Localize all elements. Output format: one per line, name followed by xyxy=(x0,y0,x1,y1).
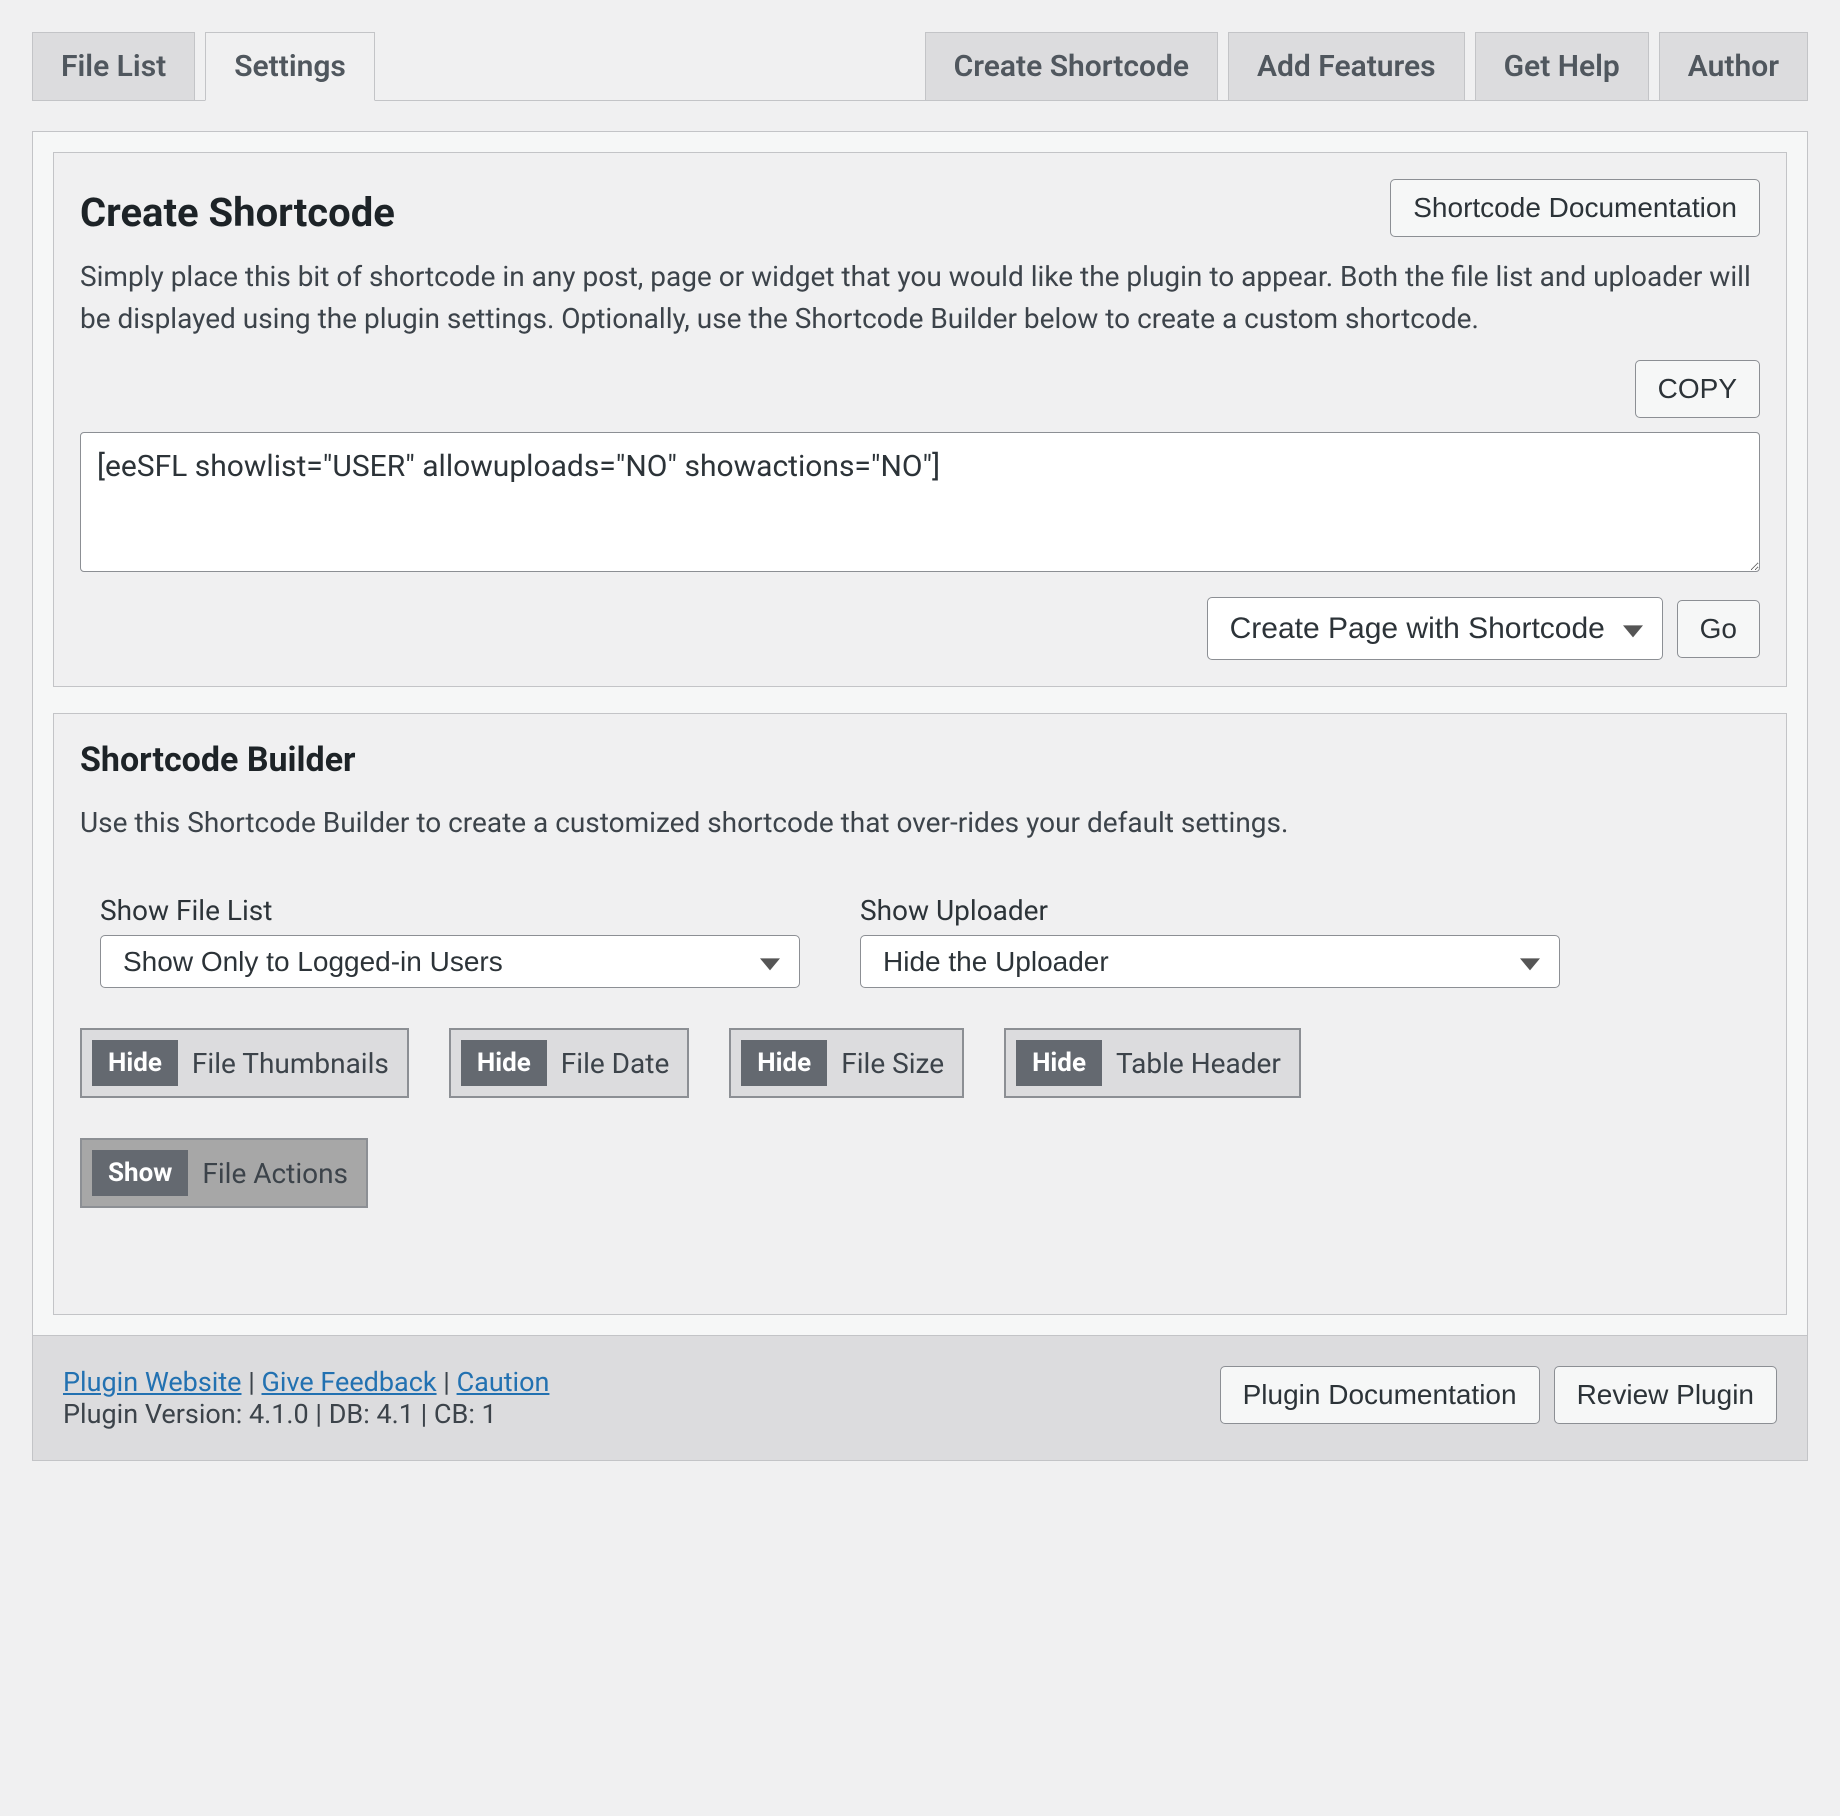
create-shortcode-panel: Create Shortcode Shortcode Documentation… xyxy=(53,152,1787,687)
footer: Plugin Website | Give Feedback | Caution… xyxy=(32,1336,1808,1461)
builder-heading: Shortcode Builder xyxy=(80,740,1760,780)
shortcode-documentation-button[interactable]: Shortcode Documentation xyxy=(1390,179,1760,237)
tab-file-list[interactable]: File List xyxy=(32,32,195,100)
toggle-file-date-label: File Date xyxy=(561,1047,670,1080)
builder-description: Use this Shortcode Builder to create a c… xyxy=(80,802,1760,844)
toggle-file-thumbnails-pill: Hide xyxy=(92,1040,178,1086)
create-page-select[interactable]: Create Page with Shortcode xyxy=(1207,597,1663,660)
toggle-file-size-label: File Size xyxy=(841,1047,944,1080)
toggle-file-size-pill: Hide xyxy=(741,1040,827,1086)
version-line: Plugin Version: 4.1.0 | DB: 4.1 | CB: 1 xyxy=(63,1398,549,1430)
go-button[interactable]: Go xyxy=(1677,600,1760,658)
toggle-file-thumbnails[interactable]: Hide File Thumbnails xyxy=(80,1028,409,1098)
toggle-file-thumbnails-label: File Thumbnails xyxy=(192,1047,389,1080)
toggle-table-header-label: Table Header xyxy=(1116,1047,1281,1080)
toggle-file-actions-label: File Actions xyxy=(202,1157,348,1190)
tab-author[interactable]: Author xyxy=(1659,32,1808,100)
toggle-table-header-pill: Hide xyxy=(1016,1040,1102,1086)
toggle-file-date-pill: Hide xyxy=(461,1040,547,1086)
btn-review-plugin[interactable]: Review Plugin xyxy=(1554,1366,1777,1424)
main-panel: Create Shortcode Shortcode Documentation… xyxy=(32,131,1808,1336)
toggle-file-date[interactable]: Hide File Date xyxy=(449,1028,689,1098)
toggle-file-actions[interactable]: Show File Actions xyxy=(80,1138,368,1208)
btn-plugin-documentation[interactable]: Plugin Documentation xyxy=(1220,1366,1540,1424)
show-uploader-label: Show Uploader xyxy=(860,894,1560,927)
tab-add-features[interactable]: Add Features xyxy=(1228,32,1465,100)
toggle-table-header[interactable]: Hide Table Header xyxy=(1004,1028,1301,1098)
tab-get-help[interactable]: Get Help xyxy=(1475,32,1649,100)
toggle-file-actions-pill: Show xyxy=(92,1150,188,1196)
link-give-feedback[interactable]: Give Feedback xyxy=(262,1366,437,1398)
tabs-row: File ListSettings Create ShortcodeAdd Fe… xyxy=(32,32,1808,101)
link-caution[interactable]: Caution xyxy=(457,1366,550,1398)
tab-settings[interactable]: Settings xyxy=(205,32,375,101)
create-shortcode-description: Simply place this bit of shortcode in an… xyxy=(80,256,1760,340)
shortcode-textarea[interactable] xyxy=(80,432,1760,572)
create-shortcode-heading: Create Shortcode xyxy=(80,189,395,236)
link-plugin-website[interactable]: Plugin Website xyxy=(63,1366,242,1398)
copy-button[interactable]: COPY xyxy=(1635,360,1760,418)
show-file-list-select[interactable]: Show Only to Logged-in Users xyxy=(100,935,800,988)
toggle-file-size[interactable]: Hide File Size xyxy=(729,1028,964,1098)
shortcode-builder-panel: Shortcode Builder Use this Shortcode Bui… xyxy=(53,713,1787,1315)
show-uploader-select[interactable]: Hide the Uploader xyxy=(860,935,1560,988)
tab-create-shortcode[interactable]: Create Shortcode xyxy=(925,32,1218,100)
show-file-list-label: Show File List xyxy=(100,894,800,927)
